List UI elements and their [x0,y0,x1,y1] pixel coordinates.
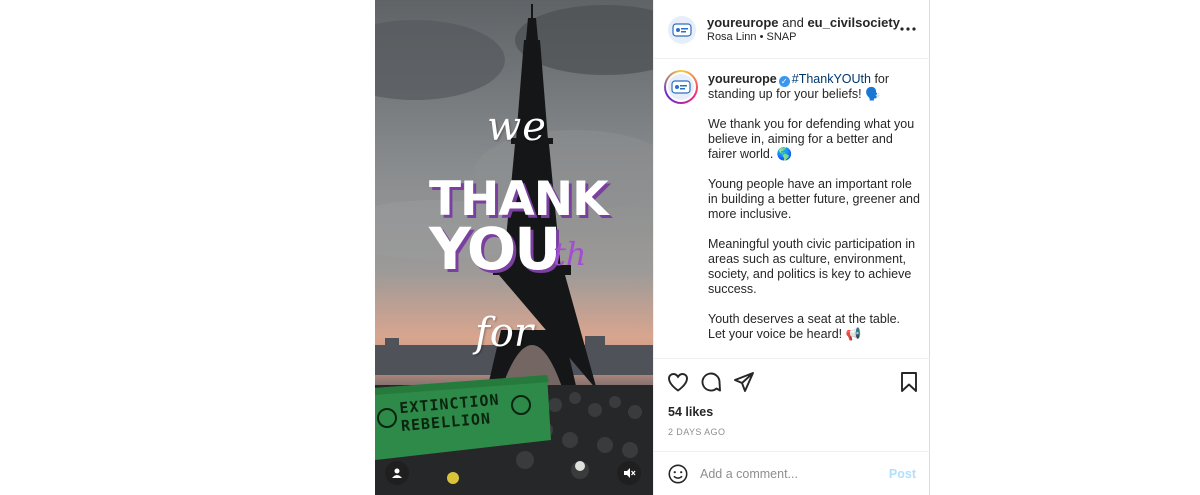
youreurope-logo-icon [672,23,692,37]
avatar[interactable] [668,16,696,44]
post-actions [654,360,930,404]
caption-paragraph: Youth deserves a seat at the table. Let … [708,312,901,341]
post-media[interactable]: we THANK YOU th for EXTINCTION REBELLION [375,0,653,495]
likes-count[interactable]: 54 likes [668,405,713,419]
post-header: youreurope and eu_civilsociety Rosa Linn… [654,0,930,59]
caption-avatar[interactable] [664,70,698,104]
post-date[interactable]: 2 DAYS AGO [668,427,725,437]
mute-button[interactable] [617,461,641,485]
share-icon[interactable] [732,370,756,394]
caption-paragraph: Young people have an important role in b… [708,177,920,221]
comment-bar: Post [654,451,930,495]
header-accounts: youreurope and eu_civilsociety [707,15,900,30]
overlay-text-you: YOU [429,215,561,283]
more-options-button[interactable] [900,20,916,31]
speaker-muted-icon [624,468,636,478]
youreurope-logo-icon [671,80,691,94]
caption-username[interactable]: youreurope [708,72,777,86]
tagged-users-button[interactable] [385,461,409,485]
caption-hashtag[interactable]: #ThankYOUth [792,72,871,86]
comment-input[interactable] [700,464,880,484]
collaborator-link[interactable]: eu_civilsociety [807,15,900,30]
post-side-panel: youreurope and eu_civilsociety Rosa Linn… [653,0,930,495]
more-horizontal-icon [900,27,916,31]
heart-icon[interactable] [666,370,690,394]
emoji-icon[interactable] [667,463,689,485]
overlay-text-for: for [475,310,534,356]
verified-badge-icon: ✓ [778,76,790,87]
caption-text: youreurope ✓ #ThankYOUth for standing up f… [708,72,920,357]
overlay-text-we: we [487,104,547,150]
bookmark-icon[interactable] [897,370,921,394]
overlay-text-th: th [553,235,587,273]
music-separator: • [756,31,767,43]
header-connector: and [778,15,808,30]
account-link[interactable]: youreurope [707,15,779,30]
caption-paragraph: Meaningful youth civic participation in … [708,237,916,296]
comment-icon[interactable] [699,370,723,394]
post-caption: youreurope ✓ #ThankYOUth for standing up f… [654,60,930,359]
music-info[interactable]: Rosa Linn • SNAP [707,31,796,43]
user-icon [392,468,402,478]
caption-paragraph: We thank you for defending what you beli… [708,117,915,161]
music-title[interactable]: SNAP [767,31,797,43]
post-comment-button[interactable]: Post [889,467,916,481]
music-artist[interactable]: Rosa Linn [707,31,757,43]
